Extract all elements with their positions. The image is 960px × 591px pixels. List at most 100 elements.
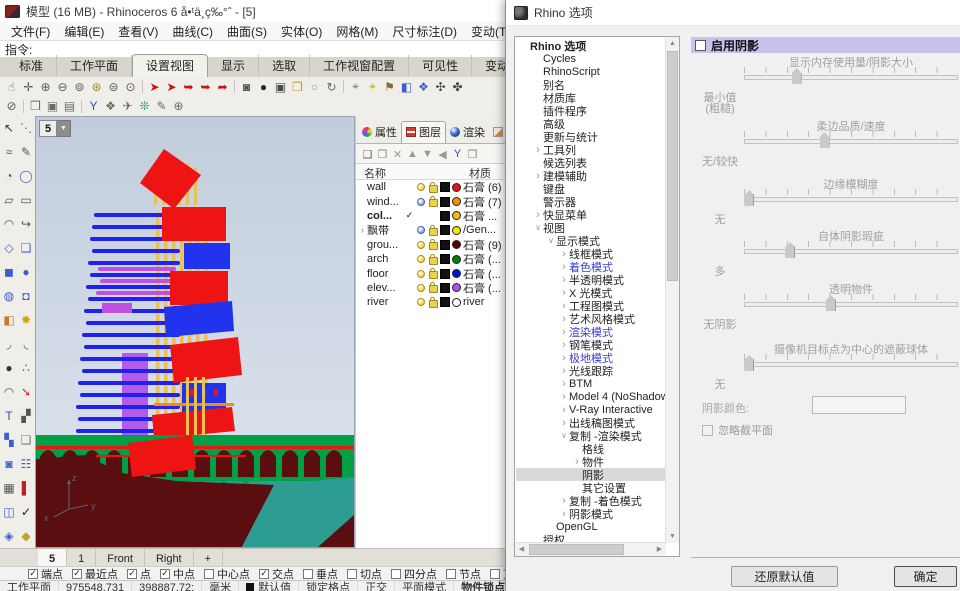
tree-horizontal-scrollbar[interactable]: ◀ ▶ xyxy=(515,542,666,556)
loft-icon[interactable]: ☷ xyxy=(18,456,35,473)
chevron-right-icon[interactable]: › xyxy=(533,209,543,221)
slider-track[interactable] xyxy=(744,302,958,307)
copy-icon[interactable]: ❏ xyxy=(18,432,35,449)
chevron-right-icon[interactable]: › xyxy=(572,456,582,468)
menu-item[interactable]: 曲线(C) xyxy=(165,23,220,40)
layer-name[interactable]: wall xyxy=(367,181,404,193)
unlock-icon[interactable] xyxy=(429,257,438,265)
rotate-view-icon[interactable]: ➥ xyxy=(180,78,197,95)
material-color-cell[interactable] xyxy=(450,255,463,264)
blend-icon[interactable]: ● xyxy=(1,360,18,377)
tree-item[interactable]: ›BTM xyxy=(516,377,665,390)
osnap-checkbox[interactable]: ✓ xyxy=(72,569,82,579)
tree-vertical-scrollbar[interactable]: ▲ ▼ xyxy=(665,37,679,543)
layer-row[interactable]: elev...石膏 (... xyxy=(356,281,506,295)
material-color-cell[interactable] xyxy=(450,240,463,249)
material-color-cell[interactable] xyxy=(450,183,463,192)
tree-item[interactable]: 键盘 xyxy=(516,182,665,195)
control-points-icon[interactable]: ✎ xyxy=(18,144,35,161)
viewport-menu-arrow[interactable]: ▼ xyxy=(57,120,71,137)
slider-track[interactable] xyxy=(744,362,958,367)
layer-material[interactable]: /Gen... xyxy=(463,224,506,236)
menu-item[interactable]: 编辑(E) xyxy=(57,23,111,40)
layer-color-cell[interactable] xyxy=(439,254,450,264)
tree-item[interactable]: ›建模辅助 xyxy=(516,169,665,182)
chevron-right-icon[interactable]: › xyxy=(559,391,569,403)
layer-lock-cell[interactable] xyxy=(427,297,439,308)
material-color-cell[interactable] xyxy=(450,269,463,278)
layer-color-swatch[interactable] xyxy=(440,283,450,293)
material-color-icon[interactable] xyxy=(452,283,461,292)
zoom-out-icon[interactable]: ⊖ xyxy=(54,78,71,95)
layer-row[interactable]: wind...石膏 (7) xyxy=(356,194,506,208)
extrude-icon[interactable]: ◙ xyxy=(1,456,18,473)
status-segment[interactable]: 正交 xyxy=(358,581,395,591)
panel-tab[interactable]: 渲染 xyxy=(446,122,489,143)
menu-item[interactable]: 曲面(S) xyxy=(220,23,274,40)
osnap-checkbox[interactable] xyxy=(303,569,313,579)
menu-item[interactable]: 文件(F) xyxy=(4,23,57,40)
lightbulb-icon[interactable] xyxy=(417,270,425,278)
sun-icon[interactable]: ○ xyxy=(306,78,323,95)
panel-tab[interactable]: 图层 xyxy=(401,121,446,143)
surface-plane-icon[interactable]: ❏ xyxy=(18,240,35,257)
chevron-right-icon[interactable]: › xyxy=(559,274,569,286)
chevron-down-icon[interactable]: ∨ xyxy=(559,431,569,440)
chevron-right-icon[interactable]: › xyxy=(559,508,569,520)
material-color-icon[interactable] xyxy=(452,226,461,235)
layer-lock-cell[interactable] xyxy=(427,282,439,293)
osnap-checkbox[interactable] xyxy=(204,569,214,579)
revolve-icon[interactable]: ▌ xyxy=(18,480,35,497)
pin-camera-icon[interactable]: ⚑ xyxy=(381,78,398,95)
turntable-icon[interactable]: ↻ xyxy=(323,78,340,95)
lightbulb-icon[interactable] xyxy=(417,255,425,263)
select-icon[interactable]: ↖ xyxy=(1,120,18,137)
material-color-icon[interactable] xyxy=(452,211,461,220)
annotate-icon[interactable]: ✎ xyxy=(153,98,170,115)
material-color-cell[interactable] xyxy=(450,211,463,220)
dialog-titlebar[interactable]: Rhino 选项 xyxy=(506,0,960,26)
tree-hscroll-thumb[interactable] xyxy=(529,544,624,555)
ignore-clipping-checkbox[interactable] xyxy=(702,425,713,436)
chevron-right-icon[interactable]: › xyxy=(559,287,569,299)
osnap-checkbox[interactable]: ✓ xyxy=(160,569,170,579)
layer-tools-icon[interactable]: ❒ xyxy=(465,147,480,162)
layer-lock-cell[interactable] xyxy=(427,254,439,265)
fillet-icon[interactable]: ◞ xyxy=(1,336,18,353)
tree-item[interactable]: 别名 xyxy=(516,78,665,91)
toolbar-tab[interactable]: 显示 xyxy=(208,55,259,77)
chevron-right-icon[interactable]: › xyxy=(559,495,569,507)
collapse-all-icon[interactable]: ◀ xyxy=(435,147,450,162)
add-view-icon[interactable]: ⊕ xyxy=(170,98,187,115)
viewport-title-label[interactable]: 5 xyxy=(39,120,57,137)
layer-name[interactable]: river xyxy=(367,296,404,308)
tree-item[interactable]: ›快显菜单 xyxy=(516,208,665,221)
layer-color-swatch[interactable] xyxy=(440,225,450,235)
circle-icon[interactable]: ◔ xyxy=(1,168,18,185)
chevron-right-icon[interactable]: › xyxy=(559,261,569,273)
chevron-right-icon[interactable]: › xyxy=(533,144,543,156)
chevron-right-icon[interactable]: › xyxy=(559,300,569,312)
set-cplane-icon[interactable]: ❖ xyxy=(102,98,119,115)
layer-lock-cell[interactable] xyxy=(427,268,439,279)
toolbar-tab[interactable]: 选取 xyxy=(259,55,310,77)
selection-filter-icon[interactable]: Y xyxy=(85,98,102,115)
splash-icon[interactable]: ❊ xyxy=(136,98,153,115)
osnap-checkbox[interactable]: ✓ xyxy=(28,569,38,579)
gumball-icon[interactable]: ✣ xyxy=(432,78,449,95)
viewport-tab[interactable]: Right xyxy=(145,549,194,566)
place-target-icon[interactable]: ⌖ xyxy=(364,78,381,95)
osnap-checkbox[interactable] xyxy=(490,569,500,579)
viewport-tab[interactable]: 1 xyxy=(67,549,96,566)
unlock-icon[interactable] xyxy=(429,228,438,236)
osnap-checkbox[interactable]: ✓ xyxy=(259,569,269,579)
chevron-right-icon[interactable]: › xyxy=(559,365,569,377)
menu-item[interactable]: 尺寸标注(D) xyxy=(385,23,464,40)
layer-color-swatch[interactable] xyxy=(440,269,450,279)
toolbar-tab[interactable]: 设置视图 xyxy=(132,54,208,78)
slider-track[interactable] xyxy=(744,75,958,80)
menu-item[interactable]: 实体(O) xyxy=(274,23,329,40)
tree-item[interactable]: Rhino 选项 xyxy=(516,39,665,52)
slider-track[interactable] xyxy=(744,197,958,202)
layer-color-swatch[interactable] xyxy=(440,197,450,207)
